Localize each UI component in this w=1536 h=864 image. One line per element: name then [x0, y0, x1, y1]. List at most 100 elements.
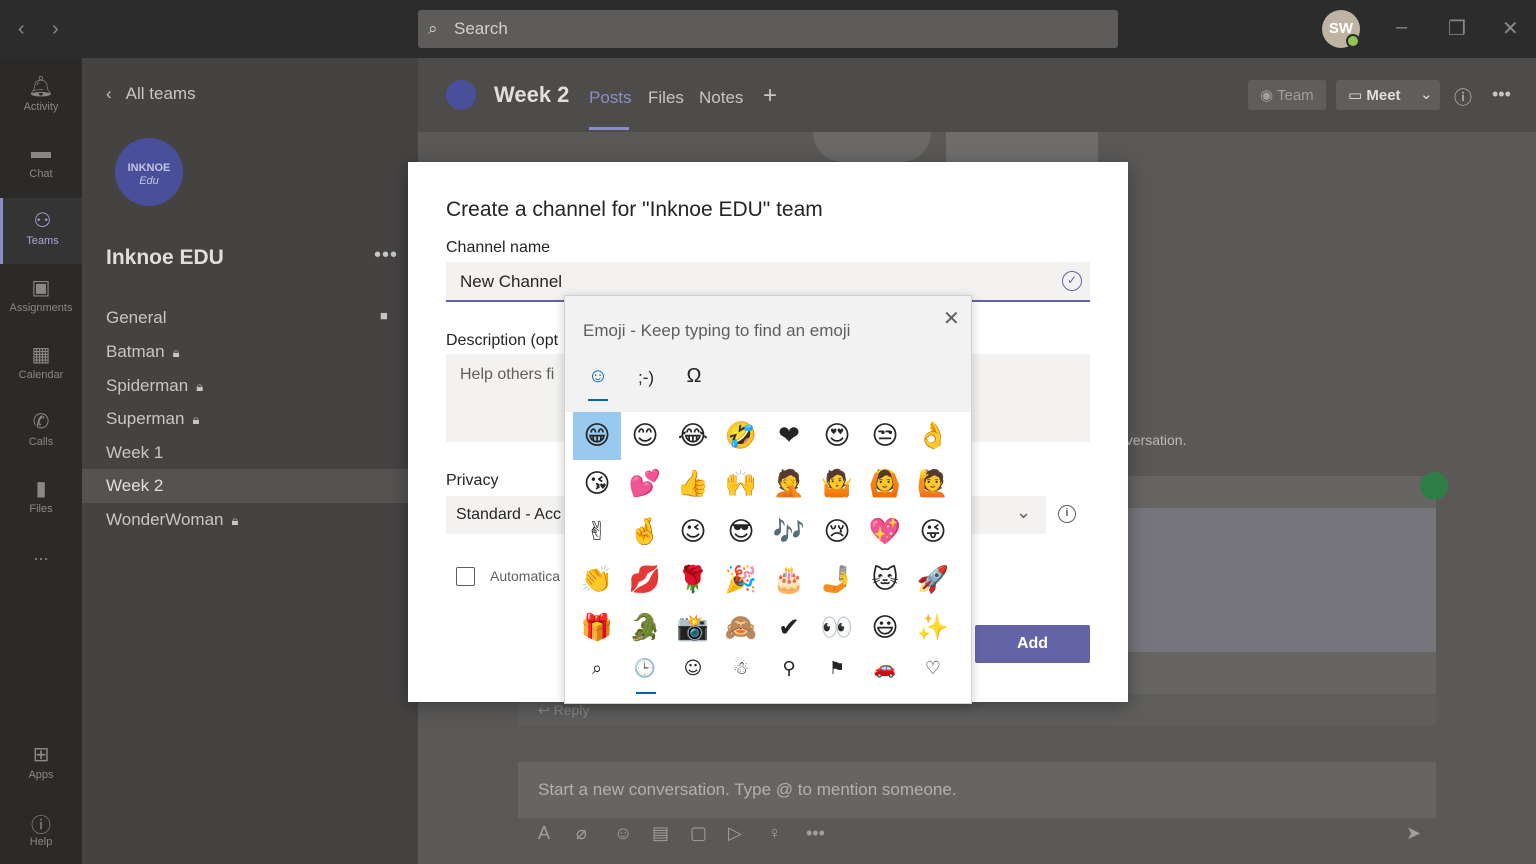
forward-arrow-icon[interactable]: ›	[52, 18, 59, 41]
auto-show-checkbox[interactable]	[456, 567, 475, 586]
emoji-cell[interactable]: 🙈	[717, 604, 765, 652]
emoji-cell[interactable]: 💖	[861, 508, 909, 556]
emoji-cell[interactable]: 🤷	[813, 460, 861, 508]
channel-item-week-2[interactable]: Week 2	[82, 469, 418, 503]
emoji-cell[interactable]: 🎂	[765, 556, 813, 604]
emoji-cell[interactable]: 🙋	[909, 460, 957, 508]
tab-files[interactable]: Files	[648, 88, 684, 108]
channel-item-spiderman[interactable]: Spiderman 🔒︎	[82, 369, 418, 403]
emoji-cell[interactable]: 😘	[573, 460, 621, 508]
emoji-cell[interactable]: 🤞	[621, 508, 669, 556]
compose-box[interactable]: Start a new conversation. Type @ to ment…	[518, 762, 1436, 818]
team-more-button[interactable]: •••	[374, 244, 398, 267]
rail-item-chat[interactable]: ▬ Chat	[0, 131, 82, 197]
emoji-cell[interactable]: ❤	[765, 412, 813, 460]
format-icon[interactable]: A	[538, 823, 550, 844]
emoji-cell[interactable]: 😃	[861, 604, 909, 652]
rail-item-apps[interactable]: ⊞ Apps	[0, 732, 82, 798]
tab-posts[interactable]: Posts	[589, 88, 632, 108]
emoji-cell[interactable]: 🌹	[669, 556, 717, 604]
rail-item-more[interactable]: ...	[0, 544, 82, 610]
celebration-icon[interactable]: ⚲	[765, 658, 813, 679]
emoji-cell[interactable]: 💋	[621, 556, 669, 604]
people-icon[interactable]: ☃	[717, 658, 765, 679]
emoji-cell[interactable]: 🤦	[765, 460, 813, 508]
tab-notes[interactable]: Notes	[699, 88, 743, 108]
emoji-cell[interactable]: ✨	[909, 604, 957, 652]
add-tab-button[interactable]: +	[763, 82, 777, 110]
chevron-down-icon[interactable]: ⌄	[1016, 502, 1031, 523]
channel-item-superman[interactable]: Superman 🔒︎	[82, 402, 418, 436]
heart-icon[interactable]: ♡	[909, 658, 957, 679]
emoji-cell[interactable]: 😊	[621, 412, 669, 460]
emoji-tab[interactable]: ☺	[583, 365, 613, 388]
emoji-cell[interactable]: 🙆	[861, 460, 909, 508]
close-icon[interactable]: ✕	[943, 306, 960, 331]
emoji-cell[interactable]: 🤣	[717, 412, 765, 460]
emoji-cell[interactable]: 👀	[813, 604, 861, 652]
sticker-icon[interactable]: ▢	[690, 823, 707, 844]
smiley-icon[interactable]: ☺	[669, 658, 717, 679]
channel-item-batman[interactable]: Batman 🔒︎	[82, 335, 418, 369]
all-teams-link[interactable]: ‹ All teams	[106, 84, 196, 104]
rail-item-calendar[interactable]: ▦ Calendar	[0, 332, 82, 398]
team-button[interactable]: ◉ Team	[1248, 80, 1326, 110]
emoji-cell[interactable]: 😂	[669, 412, 717, 460]
emoji-cell[interactable]: ✌	[573, 508, 621, 556]
emoji-cell[interactable]: 🎉	[717, 556, 765, 604]
meet-button[interactable]: ▭ Meet ⌄	[1336, 80, 1440, 110]
emoji-cell[interactable]: 😜	[909, 508, 957, 556]
emoji-cell[interactable]: 📸	[669, 604, 717, 652]
recent-icon[interactable]: 🕒	[621, 658, 669, 679]
info-icon[interactable]: i	[1058, 505, 1076, 523]
add-button[interactable]: Add	[975, 625, 1090, 663]
praise-icon[interactable]: ♀	[768, 823, 782, 844]
more-options-icon[interactable]: •••	[1492, 84, 1511, 105]
meet-now-icon[interactable]: ▷	[728, 823, 742, 844]
gif-icon[interactable]: ▤	[652, 823, 669, 844]
rail-item-files[interactable]: ▮ Files	[0, 466, 82, 532]
rail-item-teams[interactable]: ⚇ Teams	[0, 198, 82, 264]
emoji-cell[interactable]: 😢	[813, 508, 861, 556]
attach-icon[interactable]: ⌀	[576, 823, 587, 844]
emoji-cell[interactable]: 😍	[813, 412, 861, 460]
channel-item-wonderwoman[interactable]: WonderWoman 🔒︎	[82, 503, 418, 537]
emoji-cell[interactable]: 👍	[669, 460, 717, 508]
emoji-cell[interactable]: 🎶	[765, 508, 813, 556]
back-arrow-icon[interactable]: ‹	[18, 18, 25, 41]
emoji-cell[interactable]: 🎁	[573, 604, 621, 652]
emoji-cell[interactable]: 😉	[669, 508, 717, 556]
channel-item-week-1[interactable]: Week 1	[82, 436, 418, 470]
send-icon[interactable]: ➤	[1406, 823, 1421, 844]
minimize-icon[interactable]: –	[1396, 16, 1407, 39]
channel-item-general[interactable]: General ■	[82, 301, 418, 335]
more-apps-icon[interactable]: •••	[806, 823, 825, 844]
close-window-icon[interactable]: ✕	[1502, 16, 1519, 41]
emoji-cell[interactable]: 🐊	[621, 604, 669, 652]
emoji-icon[interactable]: ☺	[614, 823, 632, 844]
emoji-cell[interactable]: 😎	[717, 508, 765, 556]
channel-name: Week 2	[106, 476, 164, 495]
emoji-cell[interactable]: ✔	[765, 604, 813, 652]
emoji-cell[interactable]: 🚀	[909, 556, 957, 604]
emoji-cell[interactable]: 💕	[621, 460, 669, 508]
emoji-cell[interactable]: 👏	[573, 556, 621, 604]
rail-item-calls[interactable]: ✆ Calls	[0, 399, 82, 465]
car-icon[interactable]: 🚗	[861, 658, 909, 679]
flag-icon[interactable]: ⚑	[813, 658, 861, 679]
emoji-cell[interactable]: 👌	[909, 412, 957, 460]
search-icon[interactable]: ⌕	[573, 658, 621, 679]
emoji-cell[interactable]: 🙌	[717, 460, 765, 508]
rail-item-assignments[interactable]: ▣ Assignments	[0, 265, 82, 331]
emoji-cell[interactable]: 🐱	[861, 556, 909, 604]
symbols-tab[interactable]: Ω	[679, 365, 709, 388]
emoji-cell[interactable]: 😁	[573, 412, 621, 460]
info-icon[interactable]: ⓘ	[1454, 84, 1472, 110]
restore-icon[interactable]: ❐	[1448, 16, 1466, 41]
rail-item-activity[interactable]: 🔔︎ Activity	[0, 64, 82, 130]
emoji-cell[interactable]: 🤳	[813, 556, 861, 604]
emoji-cell[interactable]: 😒	[861, 412, 909, 460]
search-input[interactable]: ⌕ Search	[418, 10, 1118, 48]
rail-item-help[interactable]: ⓘ Help	[0, 799, 82, 864]
kaomoji-tab[interactable]: ;-)	[631, 368, 661, 388]
